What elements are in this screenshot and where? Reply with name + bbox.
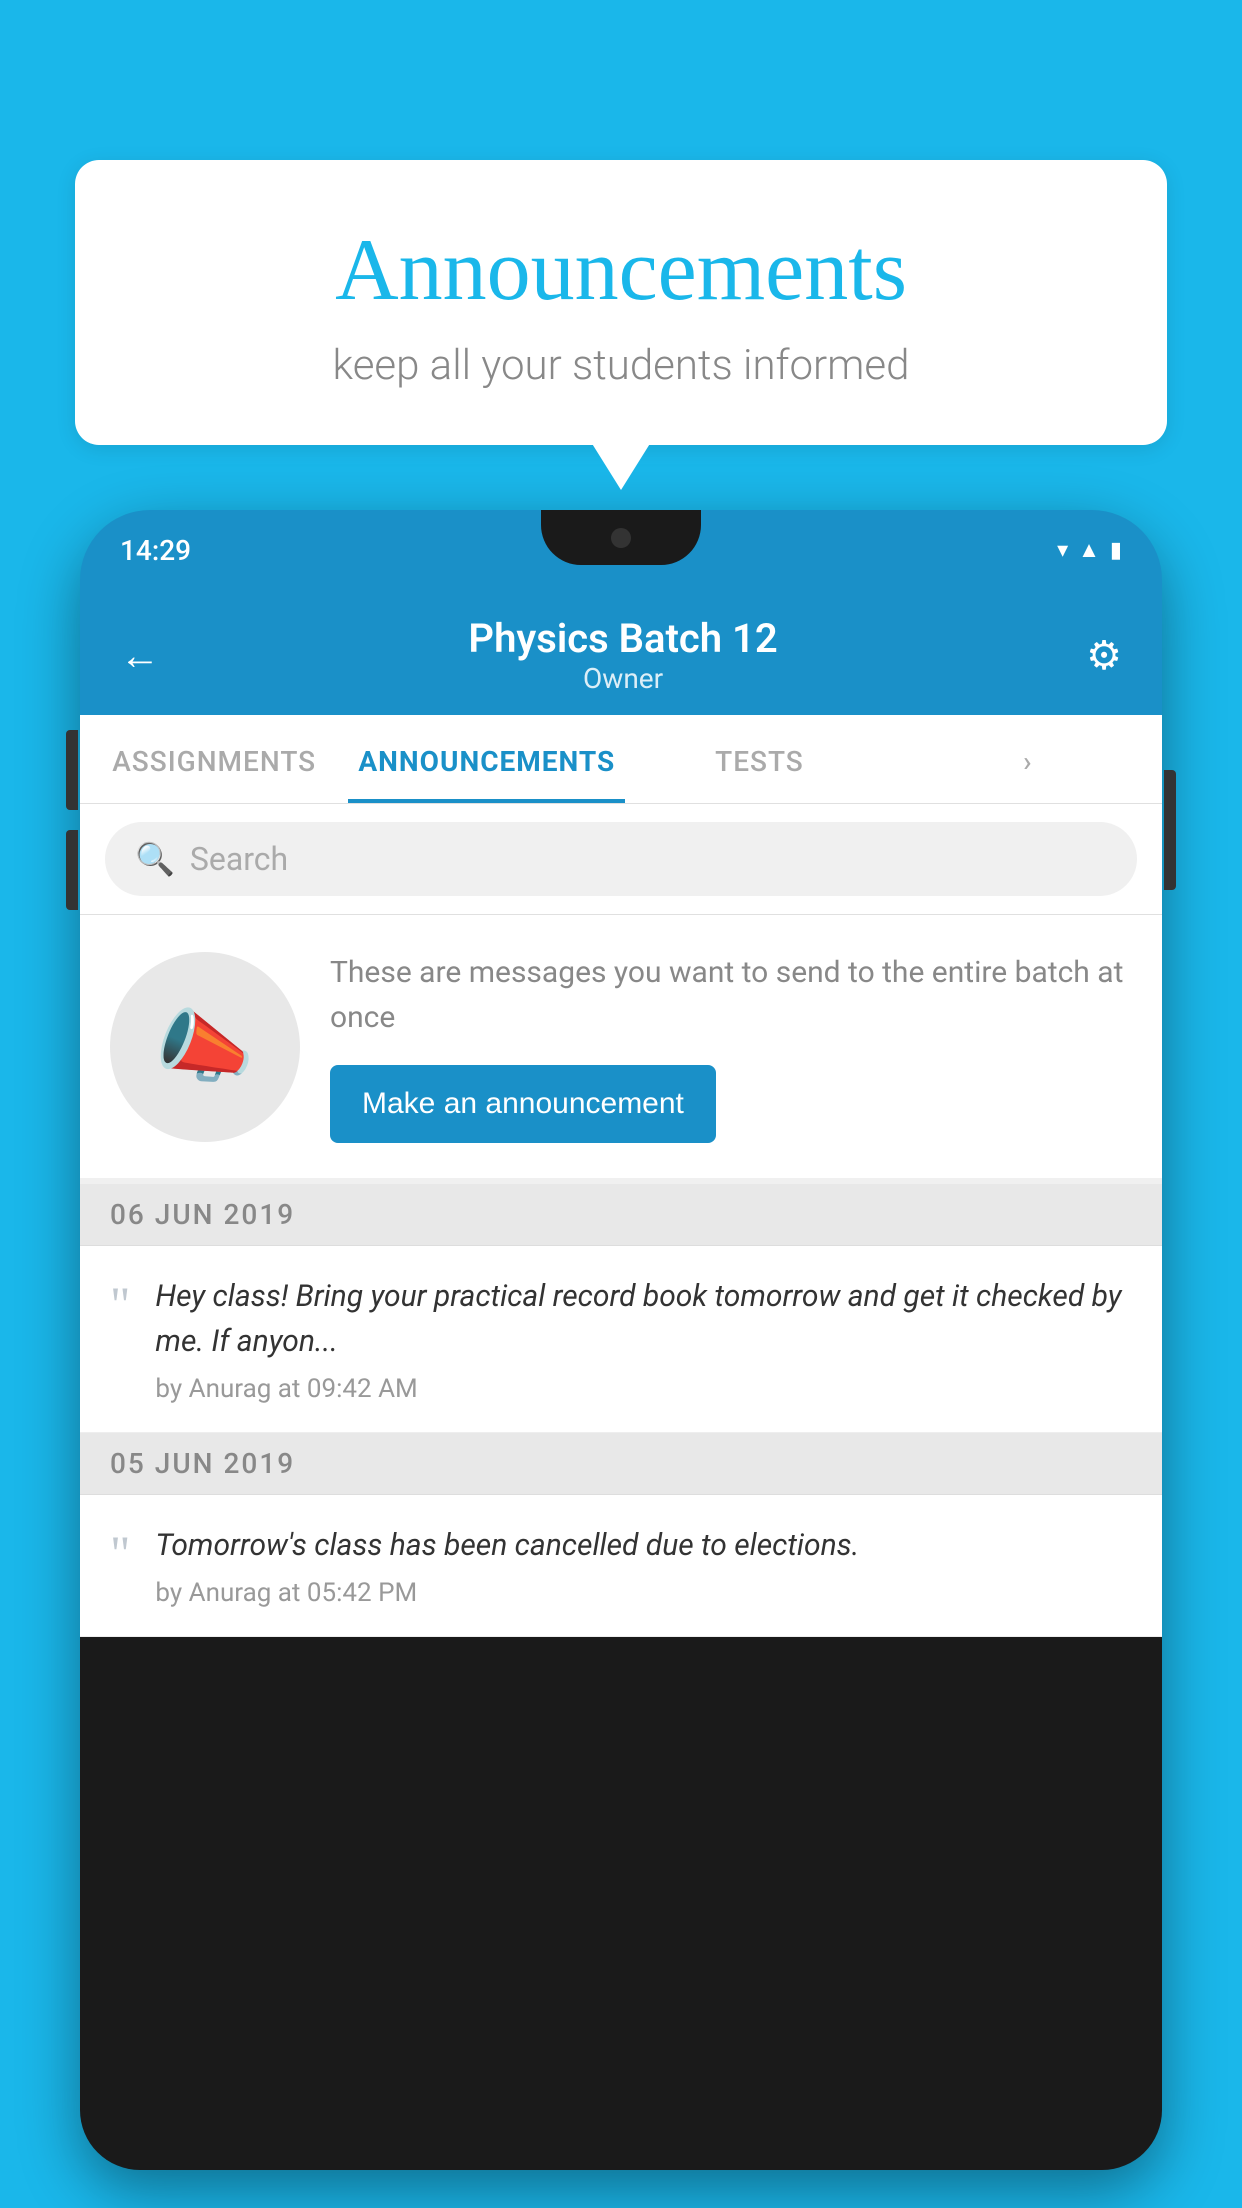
volume-up-button[interactable] [66,730,78,810]
tab-announcements[interactable]: ANNOUNCEMENTS [348,715,625,803]
header-title-area: Physics Batch 12 Owner [468,615,777,695]
announcement-description: These are messages you want to send to t… [330,950,1132,1040]
speech-bubble-title: Announcements [115,220,1127,321]
phone-container: 14:29 ▾ ▲ ▮ ← Physics Batch 12 Owner ⚙ A… [80,510,1162,2208]
phone-outer: 14:29 ▾ ▲ ▮ ← Physics Batch 12 Owner ⚙ A… [80,510,1162,2170]
megaphone-circle: 📣 [110,952,300,1142]
search-bar-container[interactable]: 🔍 Search [80,804,1162,915]
battery-icon: ▮ [1110,538,1122,563]
tab-more[interactable]: › [894,715,1162,803]
announcement-item-2[interactable]: " Tomorrow's class has been cancelled du… [80,1495,1162,1637]
announcement-content-1: Hey class! Bring your practical record b… [155,1274,1132,1404]
status-icons: ▾ ▲ ▮ [1057,537,1122,563]
phone-notch [541,510,701,565]
volume-down-button[interactable] [66,830,78,910]
phone-screen: 🔍 Search 📣 These are messages you want t… [80,804,1162,1637]
tabs-bar: ASSIGNMENTS ANNOUNCEMENTS TESTS › [80,715,1162,804]
speech-bubble: Announcements keep all your students inf… [75,160,1167,445]
megaphone-icon: 📣 [155,1000,255,1094]
wifi-icon: ▾ [1057,538,1068,563]
announcement-content-2: Tomorrow's class has been cancelled due … [155,1523,1132,1608]
app-header: ← Physics Batch 12 Owner ⚙ [80,590,1162,715]
announcement-prompt: 📣 These are messages you want to send to… [80,915,1162,1184]
quote-icon-2: " [110,1523,130,1578]
search-bar[interactable]: 🔍 Search [105,822,1137,896]
search-placeholder: Search [190,840,288,878]
settings-icon[interactable]: ⚙ [1086,632,1122,679]
tab-assignments[interactable]: ASSIGNMENTS [80,715,348,803]
search-icon: 🔍 [135,840,175,878]
announcement-right: These are messages you want to send to t… [330,950,1132,1143]
quote-icon-1: " [110,1274,130,1329]
batch-title: Physics Batch 12 [468,615,777,662]
power-button[interactable] [1164,770,1176,890]
owner-label: Owner [468,662,777,695]
announcement-text-1: Hey class! Bring your practical record b… [155,1274,1132,1364]
back-button[interactable]: ← [120,632,160,679]
date-separator-1: 06 JUN 2019 [80,1184,1162,1246]
status-bar: 14:29 ▾ ▲ ▮ [80,510,1162,590]
status-time: 14:29 [120,534,191,567]
announcement-meta-1: by Anurag at 09:42 AM [155,1374,1132,1404]
speech-bubble-container: Announcements keep all your students inf… [75,160,1167,445]
tab-tests[interactable]: TESTS [625,715,893,803]
speech-bubble-subtitle: keep all your students informed [115,341,1127,390]
signal-icon: ▲ [1078,537,1100,563]
announcement-meta-2: by Anurag at 05:42 PM [155,1578,1132,1608]
announcement-item-1[interactable]: " Hey class! Bring your practical record… [80,1246,1162,1433]
make-announcement-button[interactable]: Make an announcement [330,1065,716,1143]
date-separator-2: 05 JUN 2019 [80,1433,1162,1495]
camera-dot [611,528,631,548]
announcement-text-2: Tomorrow's class has been cancelled due … [155,1523,1132,1568]
